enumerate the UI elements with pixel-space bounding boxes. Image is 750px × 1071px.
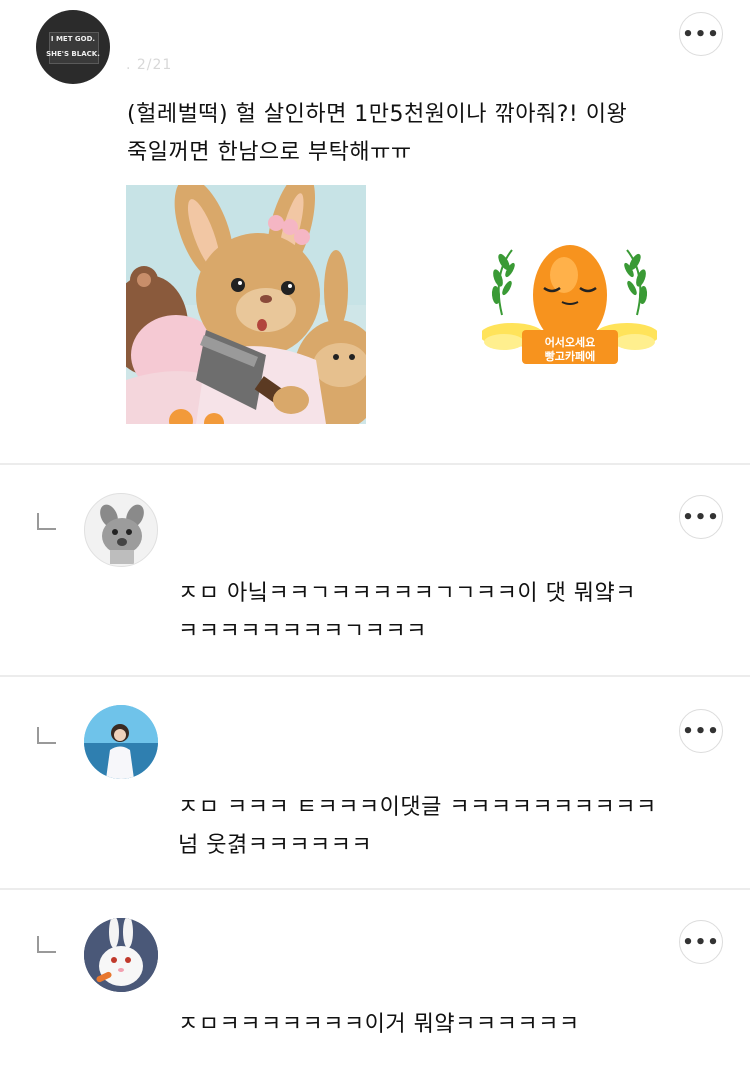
avatar-caption-line2: SHE'S BLACK.	[46, 50, 100, 58]
reply-comment: ••• ㅈㅁ ㅋㅋㅋ ㅌㅋㅋㅋ이댓글 ㅋㅋㅋㅋㅋㅋㅋㅋㅋㅋ 넘 웃겱ㅋㅋㅋㅋㅋㅋ	[0, 677, 750, 888]
more-options-button[interactable]: •••	[679, 920, 723, 964]
more-options-button[interactable]: •••	[679, 495, 723, 539]
cartoon-rabbit-image	[126, 185, 366, 424]
more-options-icon: •••	[682, 931, 720, 953]
more-options-icon: •••	[682, 720, 720, 742]
person-avatar-image	[84, 705, 158, 779]
avatar[interactable]	[84, 705, 158, 779]
reply-text: ㅈㅁ ㅋㅋㅋ ㅌㅋㅋㅋ이댓글 ㅋㅋㅋㅋㅋㅋㅋㅋㅋㅋ 넘 웃겱ㅋㅋㅋㅋㅋㅋ	[178, 795, 657, 858]
sticker-caption-line2: 빵고카페에	[544, 350, 596, 363]
main-comment: I MET GOD. SHE'S BLACK. . 2/21 ••• (헐레벌떡…	[0, 0, 750, 463]
sticker[interactable]: 어서오세요 빵고카페에	[480, 240, 659, 370]
bunny-avatar-image	[84, 918, 158, 992]
avatar-caption-line1: I MET GOD.	[50, 35, 96, 43]
comment-meta: . 2/21	[126, 57, 173, 73]
dog-avatar-image	[100, 504, 144, 564]
reply-arrow-icon	[37, 727, 56, 744]
more-options-icon: •••	[682, 506, 720, 528]
comment-text: (헐레벌떡) 헐 살인하면 1만5천원이나 깎아줘?! 이왕 죽일꺼면 한남으로…	[127, 102, 628, 165]
reply-arrow-icon	[37, 513, 56, 530]
avatar[interactable]	[84, 493, 158, 567]
attached-image[interactable]	[126, 185, 366, 424]
reply-comment: ••• ㅈㅁㅋㅋㅋㅋㅋㅋㅋ이거 뭐얔ㅋㅋㅋㅋㅋㅋ	[0, 890, 750, 1071]
avatar[interactable]	[84, 918, 158, 992]
reply-text: ㅈㅁㅋㅋㅋㅋㅋㅋㅋ이거 뭐얔ㅋㅋㅋㅋㅋㅋ	[178, 1012, 580, 1037]
reply-comment: ••• ㅈㅁ 아닠ㅋㅋㄱㅋㅋㅋㅋㅋㄱㄱㅋㅋ이 댓 뭐얔ㅋ ㅋㅋㅋㅋㅋㅋㅋㅋㄱㅋㅋ…	[0, 465, 750, 675]
more-options-button[interactable]: •••	[679, 709, 723, 753]
reply-text: ㅈㅁ 아닠ㅋㅋㄱㅋㅋㅋㅋㅋㄱㄱㅋㅋ이 댓 뭐얔ㅋ ㅋㅋㅋㅋㅋㅋㅋㅋㄱㅋㅋㅋ	[178, 581, 637, 644]
more-options-button[interactable]: •••	[679, 12, 723, 56]
more-options-icon: •••	[682, 23, 720, 45]
avatar[interactable]: I MET GOD. SHE'S BLACK.	[36, 10, 110, 84]
reply-arrow-icon	[37, 936, 56, 953]
